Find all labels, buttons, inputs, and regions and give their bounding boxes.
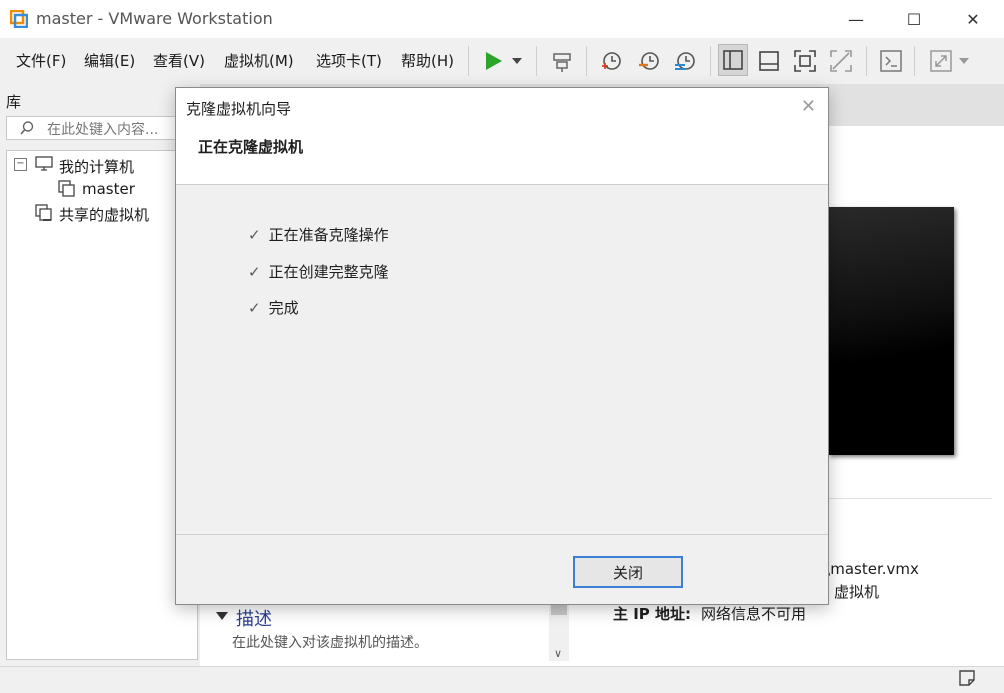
vm-type-text: 虚拟机 (834, 583, 880, 601)
library-search-input[interactable]: 在此处键入内容... (6, 116, 196, 140)
menu-help[interactable]: 帮助(H) (401, 50, 454, 71)
vmx-path-text: r\master.vmx (819, 560, 919, 578)
toolbar-separator (866, 46, 867, 76)
close-window-button[interactable]: ✕ (944, 0, 1002, 38)
toolbar-separator (710, 46, 711, 76)
maximize-button[interactable]: ☐ (885, 0, 943, 38)
dialog-subtitle: 正在克隆虚拟机 (198, 138, 304, 156)
toolbar-separator (586, 46, 587, 76)
toolbar-separator (468, 46, 469, 76)
send-keys-icon[interactable] (547, 46, 577, 76)
step-label: 正在创建完整克隆 (268, 263, 389, 281)
toolbar-separator (914, 46, 915, 76)
tree-item-shared-vms[interactable]: 共享的虚拟机 (59, 204, 149, 225)
step-label: 正在准备克隆操作 (268, 226, 389, 244)
checkmark-icon: ✓ (248, 262, 261, 281)
status-bar (0, 666, 1004, 693)
step-create-clone: ✓ 正在创建完整克隆 (248, 261, 389, 282)
minimize-button[interactable]: — (827, 0, 885, 38)
shared-vm-icon (35, 204, 52, 221)
menu-tabs[interactable]: 选项卡(T) (316, 50, 382, 71)
tree-item-my-computer[interactable]: 我的计算机 (59, 156, 134, 177)
clone-vm-wizard-dialog: 克隆虚拟机向导 ✕ 正在克隆虚拟机 ✓ 正在准备克隆操作 ✓ 正在创建完整克隆 … (175, 87, 829, 605)
toolbar-separator (536, 46, 537, 76)
step-complete: ✓ 完成 (248, 297, 299, 318)
dialog-close-icon[interactable]: ✕ (801, 96, 816, 117)
tree-item-master[interactable]: master (82, 180, 135, 198)
menu-vm[interactable]: 虚拟机(M) (224, 50, 294, 71)
tree-collapse-icon[interactable]: − (14, 158, 27, 171)
stretch-dropdown-icon[interactable] (954, 46, 974, 76)
snapshot-manager-icon[interactable] (670, 46, 700, 76)
stretch-guest-icon[interactable] (926, 46, 956, 76)
library-tree: − 我的计算机 master 共享的虚拟机 (6, 150, 198, 660)
dialog-footer-divider (176, 534, 828, 535)
vm-preview-thumbnail[interactable] (828, 207, 954, 455)
step-label: 完成 (268, 299, 299, 317)
message-log-icon[interactable] (958, 669, 976, 687)
thumbnail-bar-icon[interactable] (754, 46, 784, 76)
collapse-arrow-icon[interactable] (216, 612, 228, 620)
snapshot-icon[interactable] (596, 46, 626, 76)
menu-file[interactable]: 文件(F) (16, 50, 66, 71)
description-placeholder[interactable]: 在此处键入对该虚拟机的描述。 (232, 632, 428, 652)
ip-label: 主 IP 地址: (613, 605, 692, 623)
description-header[interactable]: 描述 (236, 605, 272, 631)
ip-value: 网络信息不可用 (701, 605, 807, 623)
unity-icon[interactable] (826, 46, 856, 76)
console-view-icon[interactable] (876, 46, 906, 76)
checkmark-icon: ✓ (248, 298, 261, 317)
power-on-icon[interactable] (478, 46, 508, 76)
search-icon (20, 121, 34, 135)
dialog-title: 克隆虚拟机向导 (186, 100, 292, 118)
vmware-logo-icon (10, 10, 28, 28)
scrollbar[interactable]: ∨ (549, 603, 569, 661)
menu-view[interactable]: 查看(V) (153, 50, 205, 71)
step-prepare: ✓ 正在准备克隆操作 (248, 224, 389, 245)
library-title: 库 (6, 93, 22, 111)
show-library-icon[interactable] (718, 44, 748, 76)
computer-icon (35, 156, 53, 171)
library-search-placeholder: 在此处键入内容... (47, 122, 159, 138)
vm-icon (58, 180, 75, 197)
close-button[interactable]: 关闭 (573, 556, 683, 588)
revert-snapshot-icon[interactable] (634, 46, 664, 76)
menu-edit[interactable]: 编辑(E) (84, 50, 135, 71)
window-title: master - VMware Workstation (36, 9, 273, 28)
checkmark-icon: ✓ (248, 225, 261, 244)
power-dropdown-icon[interactable] (505, 46, 529, 76)
full-screen-icon[interactable] (790, 46, 820, 76)
